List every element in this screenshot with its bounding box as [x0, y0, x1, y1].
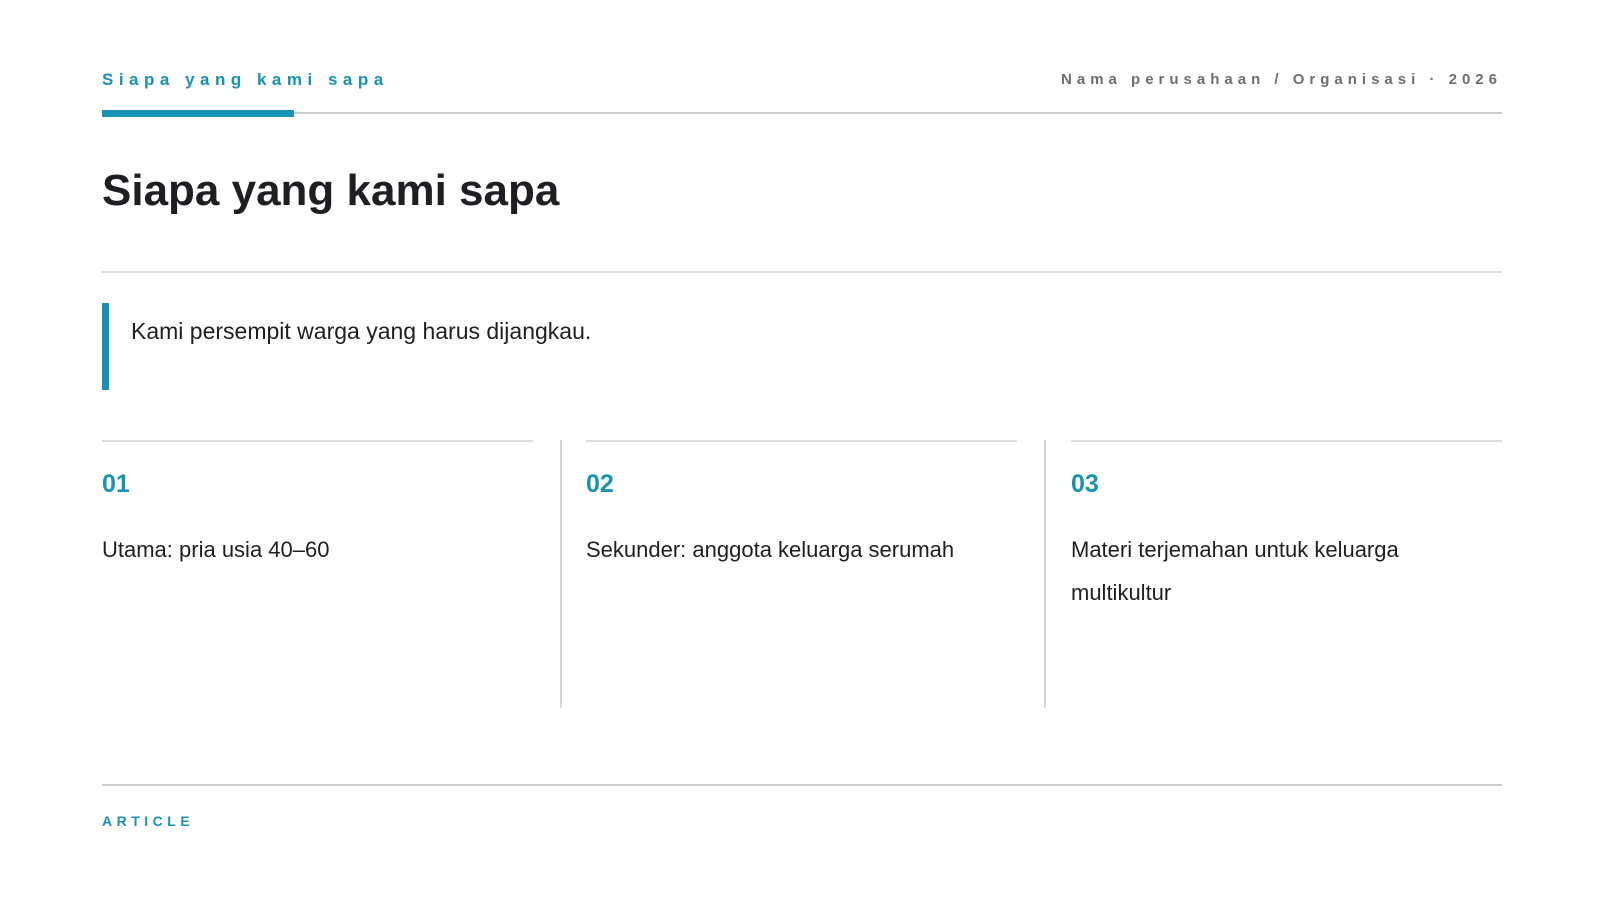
title-divider [102, 271, 1502, 273]
column-divider [102, 440, 533, 442]
column-divider [1071, 440, 1502, 442]
footer-divider [102, 784, 1502, 786]
column-number: 02 [586, 470, 614, 498]
header-divider [102, 112, 1502, 114]
slide: Siapa yang kami sapa Nama perusahaan / O… [0, 0, 1598, 900]
column-01: 01 Utama: pria usia 40–60 [102, 440, 533, 708]
column-02: 02 Sekunder: anggota keluarga serumah [586, 440, 1017, 708]
page-title: Siapa yang kami sapa [102, 166, 560, 215]
column-text: Utama: pria usia 40–60 [102, 537, 330, 562]
column-03: 03 Materi terjemahan untuk keluarga mult… [1071, 440, 1502, 708]
section-label: Siapa yang kami sapa [102, 70, 389, 89]
column-number: 03 [1071, 470, 1099, 498]
column-separator [560, 440, 562, 708]
column-separator [1044, 440, 1046, 708]
quote-accent-bar [102, 303, 109, 390]
header-accent-bar [102, 110, 294, 117]
columns-container: 01 Utama: pria usia 40–60 02 Sekunder: a… [102, 440, 1502, 708]
column-divider [586, 440, 1017, 442]
lead-quote: Kami persempit warga yang harus dijangka… [131, 318, 592, 344]
column-text: Sekunder: anggota keluarga serumah [586, 537, 955, 562]
footer-label: ARTICLE [102, 813, 195, 829]
column-number: 01 [102, 470, 130, 498]
column-text: Materi terjemahan untuk keluarga multiku… [1071, 537, 1399, 605]
organization-label: Nama perusahaan / Organisasi · 2026 [1061, 71, 1502, 88]
